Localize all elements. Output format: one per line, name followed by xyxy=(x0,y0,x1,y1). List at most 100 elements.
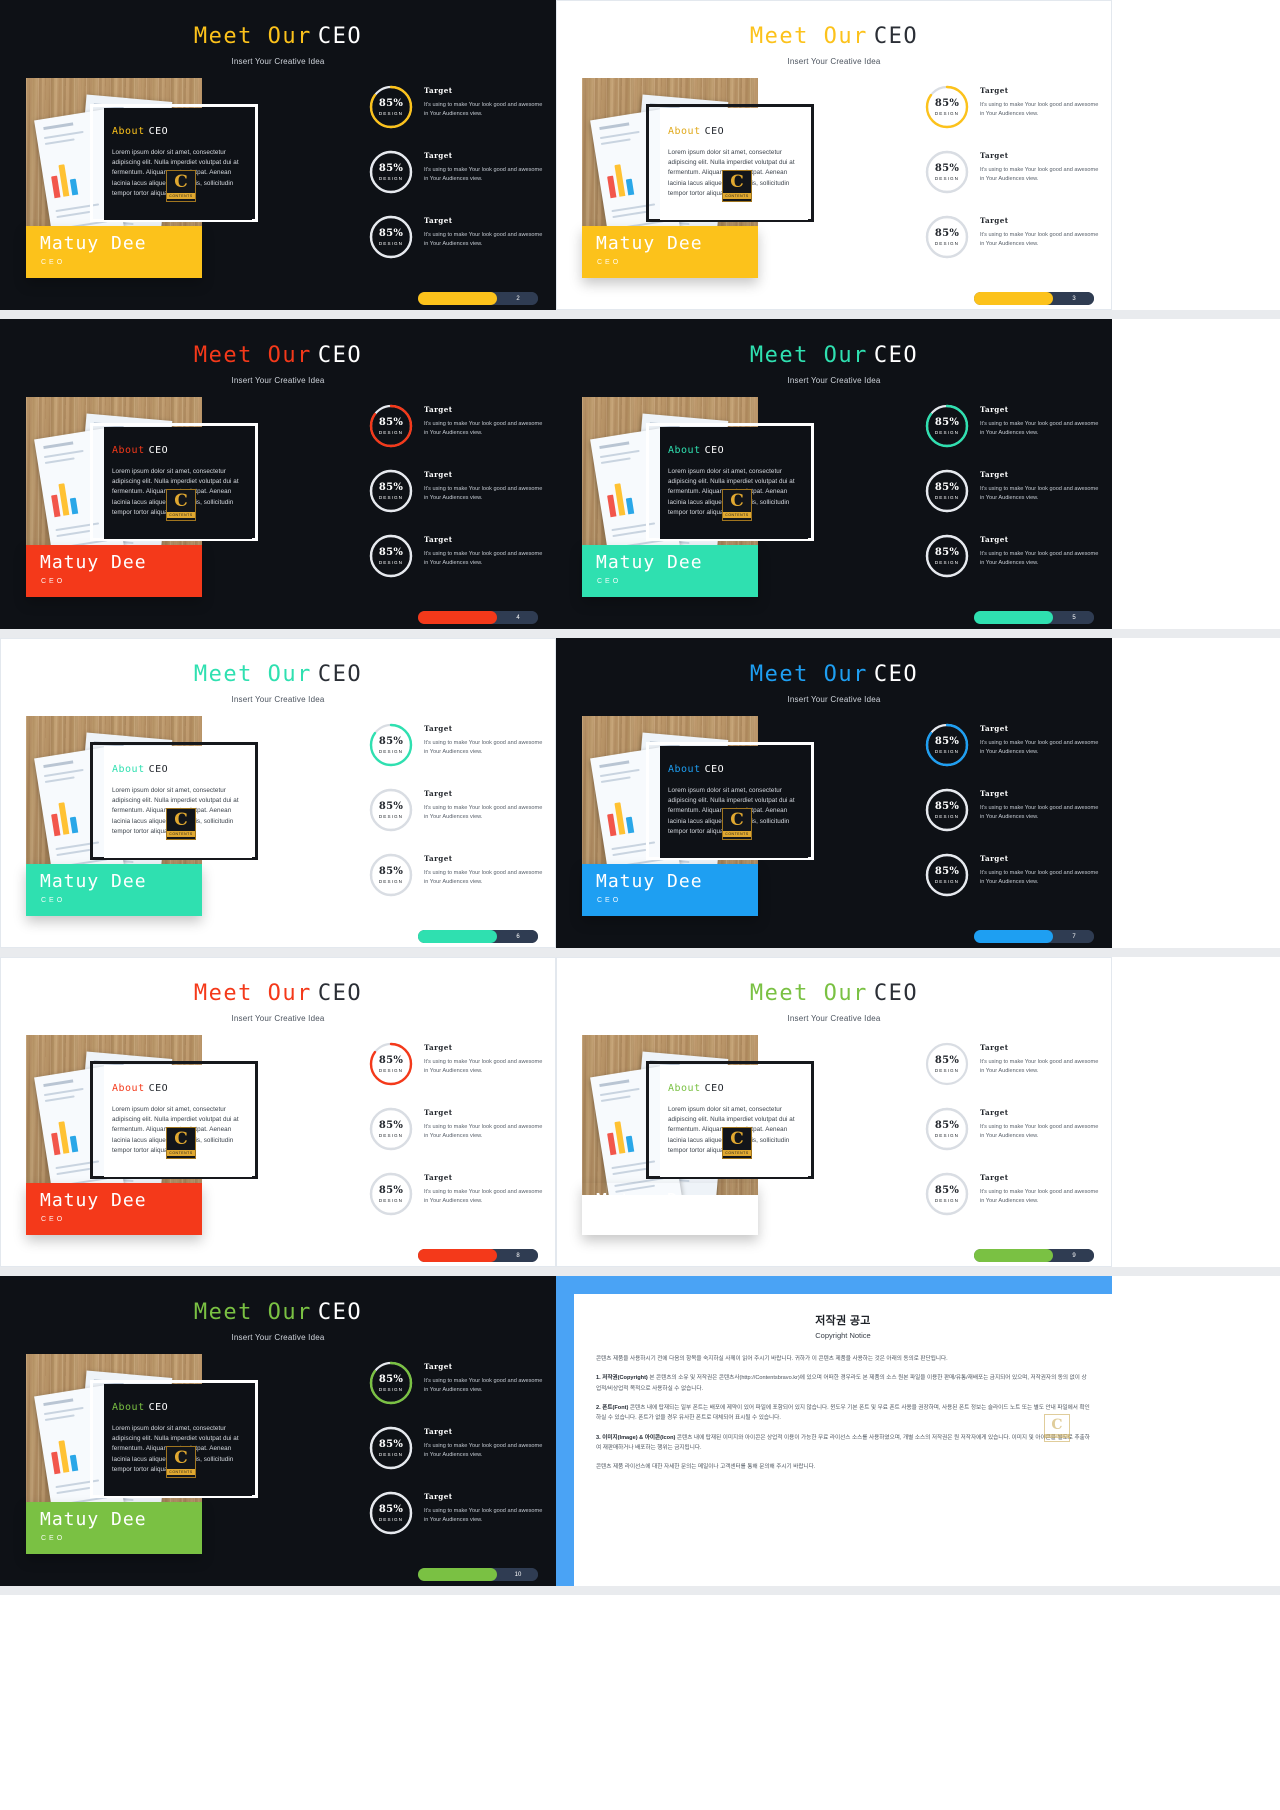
stat-label: DESIGN xyxy=(378,1067,404,1073)
stat-body: It's using to make Your look good and aw… xyxy=(424,1443,543,1458)
slide-pager[interactable]: 7 xyxy=(974,930,1094,943)
stat-heading: Target xyxy=(424,1492,453,1501)
about-box: About CEO Lorem ipsum dolor sit amet, con… xyxy=(104,427,252,539)
stat-heading: Target xyxy=(424,1173,453,1182)
progress-ring-icon: 85% DESIGN xyxy=(924,403,970,449)
copyright-outro: 콘텐츠 제품 라이선스에 대한 자세한 문의는 메일이나 고객센터를 통해 문의… xyxy=(596,1464,816,1471)
stat-label: DESIGN xyxy=(378,1451,404,1457)
copyright-slide[interactable]: 저작권 공고 Copyright Notice 콘텐츠 제품을 사용하시기 전에… xyxy=(556,1276,1112,1586)
slide-number: 6 xyxy=(498,930,538,943)
name-bar: Matuy Dee CEO xyxy=(26,1183,202,1235)
slide-title-block: Meet Our CEO Insert Your Creative Idea xyxy=(0,662,556,705)
progress-ring-icon: 85% DESIGN xyxy=(924,787,970,833)
progress-ring-icon: 85% DESIGN xyxy=(368,1490,414,1536)
slide-pager[interactable]: 3 xyxy=(974,292,1094,305)
slide-thumbnail[interactable]: Meet Our CEO Insert Your Creative Idea M… xyxy=(0,1276,556,1586)
name-bar: Matuy Dee CEO xyxy=(26,545,202,597)
slide-title-block: Meet Our CEO Insert Your Creative Idea xyxy=(0,345,556,386)
slide-thumbnail[interactable]: Meet Our CEO Insert Your Creative Idea M… xyxy=(556,638,1112,948)
stat-item: 85% DESIGN Target It's using to make You… xyxy=(924,403,1102,468)
progress-ring-icon: 85% DESIGN xyxy=(368,149,414,195)
stat-item: 85% DESIGN Target It's using to make You… xyxy=(924,722,1102,787)
stat-value: 85% xyxy=(378,416,404,428)
stat-value: 85% xyxy=(934,546,960,558)
about-box: About CEO Lorem ipsum dolor sit amet, con… xyxy=(104,1065,252,1177)
progress-ring-icon: 85% DESIGN xyxy=(368,852,414,898)
stat-label: DESIGN xyxy=(378,110,404,116)
stat-heading: Target xyxy=(424,1427,453,1436)
slide-number: 9 xyxy=(1054,1249,1094,1262)
stat-heading: Target xyxy=(980,724,1009,733)
contents-logo-icon: C CONTENTS xyxy=(166,808,196,840)
slide-subtitle: Insert Your Creative Idea xyxy=(787,695,881,704)
about-box: About CEO Lorem ipsum dolor sit amet, con… xyxy=(104,108,252,220)
stat-item: 85% DESIGN Target It's using to make You… xyxy=(368,1490,546,1555)
stat-body: It's using to make Your look good and aw… xyxy=(424,102,543,117)
stat-label: DESIGN xyxy=(378,559,404,565)
stat-value: 85% xyxy=(934,1054,960,1066)
stats-list: 85% DESIGN Target It's using to make You… xyxy=(368,1360,546,1555)
stat-label: DESIGN xyxy=(378,1132,404,1138)
stats-list: 85% DESIGN Target It's using to make You… xyxy=(924,403,1102,598)
stat-value: 85% xyxy=(934,97,960,109)
progress-ring-icon: 85% DESIGN xyxy=(924,84,970,130)
progress-ring-icon: 85% DESIGN xyxy=(924,533,970,579)
slide-number: 10 xyxy=(498,1568,538,1581)
progress-ring-icon: 85% DESIGN xyxy=(368,1041,414,1087)
progress-ring-icon: 85% DESIGN xyxy=(368,722,414,768)
slide-thumbnail[interactable]: Meet Our CEO Insert Your Creative Idea M… xyxy=(0,957,556,1267)
slide-pager[interactable]: 8 xyxy=(418,1249,538,1262)
about-box: About CEO Lorem ipsum dolor sit amet, con… xyxy=(660,108,808,220)
about-heading: About CEO xyxy=(112,1402,169,1413)
stat-item: 85% DESIGN Target It's using to make You… xyxy=(368,468,546,533)
stats-list: 85% DESIGN Target It's using to make You… xyxy=(924,84,1102,279)
slide-thumbnail[interactable]: Meet Our CEO Insert Your Creative Idea M… xyxy=(0,638,556,948)
stat-label: DESIGN xyxy=(378,494,404,500)
slide-thumbnail[interactable]: Meet Our CEO Insert Your Creative Idea M… xyxy=(0,0,556,310)
stat-body: It's using to make Your look good and aw… xyxy=(424,551,543,566)
stat-item: 85% DESIGN Target It's using to make You… xyxy=(924,1171,1102,1236)
slide-number: 3 xyxy=(1054,292,1094,305)
stat-body: It's using to make Your look good and aw… xyxy=(424,805,543,820)
stat-label: DESIGN xyxy=(934,1067,960,1073)
progress-ring-icon: 85% DESIGN xyxy=(924,149,970,195)
slide-thumbnail[interactable]: Meet Our CEO Insert Your Creative Idea M… xyxy=(556,957,1112,1267)
stats-list: 85% DESIGN Target It's using to make You… xyxy=(368,722,546,917)
stat-label: DESIGN xyxy=(934,878,960,884)
stat-value: 85% xyxy=(378,735,404,747)
slide-thumbnail[interactable]: Meet Our CEO Insert Your Creative Idea M… xyxy=(556,319,1112,629)
name-bar: Matuy Dee CEO xyxy=(582,1183,758,1235)
slide-title: Meet Our CEO xyxy=(193,1300,363,1325)
slide-number: 4 xyxy=(498,611,538,624)
slide-pager[interactable]: 6 xyxy=(418,930,538,943)
slide-pager[interactable]: 5 xyxy=(974,611,1094,624)
stat-label: DESIGN xyxy=(934,494,960,500)
person-name: Matuy Dee xyxy=(40,552,147,573)
stat-heading: Target xyxy=(980,854,1009,863)
copyright-intro: 콘텐츠 제품을 사용하시기 전에 다음의 항목을 숙지하실 사께이 읽어 주시기… xyxy=(596,1356,948,1362)
about-heading: About CEO xyxy=(668,1083,725,1094)
contents-logo-icon: C CONTENTS xyxy=(722,808,752,840)
stat-heading: Target xyxy=(424,470,453,479)
progress-ring-icon: 85% DESIGN xyxy=(368,1360,414,1406)
slide-pager[interactable]: 9 xyxy=(974,1249,1094,1262)
stat-label: DESIGN xyxy=(378,1516,404,1522)
name-bar: Matuy Dee CEO xyxy=(582,545,758,597)
contents-logo-icon: C CONTENTS xyxy=(166,170,196,202)
stat-heading: Target xyxy=(424,1108,453,1117)
copyright-item: 2. 폰트(Font) 콘텐츠 내에 탑재되는 일부 폰트는 배포에 제약이 있… xyxy=(596,1405,1090,1422)
slide-thumbnail[interactable]: Meet Our CEO Insert Your Creative Idea M… xyxy=(0,319,556,629)
slide-title: Meet Our CEO xyxy=(193,662,363,687)
slide-subtitle: Insert Your Creative Idea xyxy=(231,695,325,704)
slide-pager[interactable]: 4 xyxy=(418,611,538,624)
stat-heading: Target xyxy=(424,789,453,798)
person-role: CEO xyxy=(597,1216,622,1223)
stat-value: 85% xyxy=(934,1119,960,1131)
progress-ring-icon: 85% DESIGN xyxy=(368,1425,414,1471)
slide-pager[interactable]: 2 xyxy=(418,292,538,305)
slide-title: Meet Our CEO xyxy=(749,24,919,49)
slide-pager[interactable]: 10 xyxy=(418,1568,538,1581)
slide-thumbnail[interactable]: Meet Our CEO Insert Your Creative Idea M… xyxy=(556,0,1112,310)
about-box: About CEO Lorem ipsum dolor sit amet, con… xyxy=(104,1384,252,1496)
person-name: Matuy Dee xyxy=(40,1509,147,1530)
